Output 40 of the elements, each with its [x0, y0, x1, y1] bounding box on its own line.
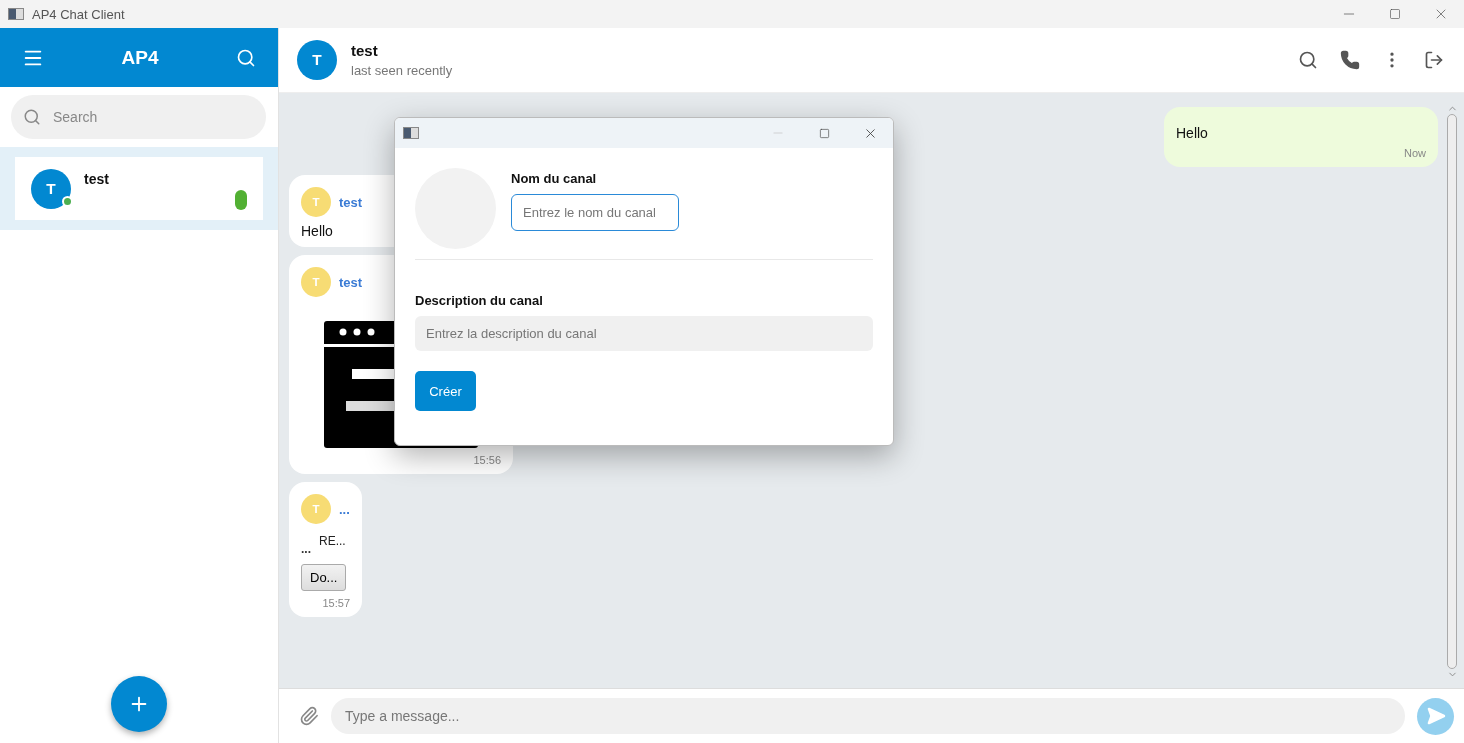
contact-name: test	[351, 42, 379, 59]
search-bar[interactable]: Search	[11, 95, 266, 139]
search-field[interactable]: Search	[51, 108, 231, 126]
field-label: Nom du canal	[511, 171, 598, 186]
sender-name: ...	[339, 501, 350, 517]
message-time: 15:56	[473, 454, 501, 466]
message-time: Now	[1404, 147, 1426, 159]
app-icon	[403, 127, 419, 139]
download-button[interactable]: Do...	[301, 564, 347, 591]
avatar: T	[301, 494, 331, 524]
maximize-icon[interactable]	[1389, 8, 1401, 20]
chat-name: test	[84, 171, 109, 187]
app-name: AP4	[121, 46, 159, 69]
chat-item[interactable]: T test	[0, 147, 278, 230]
search-icon	[23, 108, 41, 126]
contact-status: last seen recently	[351, 63, 454, 78]
avatar: T	[301, 187, 331, 217]
field-label: Description du canal	[415, 293, 544, 308]
add-button[interactable]	[111, 676, 167, 732]
message-field[interactable]: Type a message...	[331, 698, 1405, 734]
attach-icon[interactable]	[299, 706, 319, 726]
app-icon	[8, 8, 24, 20]
phone-icon[interactable]	[1338, 48, 1362, 72]
avatar: T	[297, 40, 337, 80]
maximize-icon[interactable]	[818, 127, 830, 139]
name-field[interactable]: Entrez le nom du canal	[511, 194, 679, 231]
send-icon	[1425, 706, 1446, 726]
search-icon[interactable]	[236, 47, 256, 68]
message-text: Hello	[1176, 125, 1209, 141]
message-text: Hello	[301, 223, 334, 239]
avatar: T	[31, 169, 71, 209]
create-button[interactable]: Créer	[415, 371, 476, 411]
avatar: T	[301, 267, 331, 297]
message-time: 15:57	[322, 597, 350, 609]
sender-name: test	[339, 274, 363, 290]
sender-name: test	[339, 194, 363, 210]
description-field[interactable]: Entrez la description du canal	[415, 316, 873, 351]
file-name: RE...	[319, 534, 346, 548]
window-title: AP4 Chat Client	[32, 6, 126, 22]
file-icon: ...	[301, 542, 311, 556]
